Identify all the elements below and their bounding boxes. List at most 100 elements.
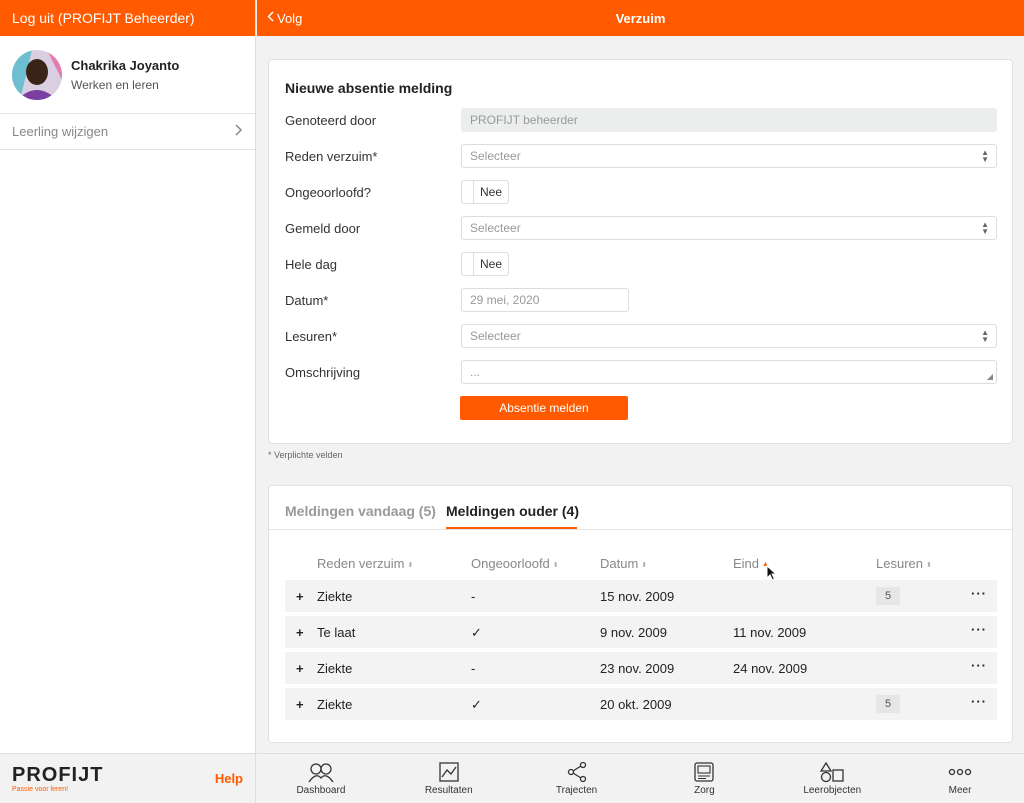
chevron-right-icon bbox=[235, 124, 243, 139]
page-title: Verzuim bbox=[615, 10, 666, 26]
nav-more[interactable]: Meer bbox=[896, 754, 1024, 803]
row-whole-day: Hele dag Nee bbox=[285, 252, 997, 276]
cell-unauthorized: - bbox=[471, 661, 476, 676]
label-lessons: Lesuren* bbox=[285, 328, 338, 344]
back-button[interactable]: Volg bbox=[267, 0, 302, 36]
submit-absence-button[interactable]: Absentie melden bbox=[460, 396, 628, 420]
noted-by-field: PROFIJT beheerder bbox=[461, 108, 997, 132]
user-subtitle: Werken en leren bbox=[71, 77, 159, 92]
shapes-icon bbox=[820, 761, 844, 783]
back-label: Volg bbox=[277, 10, 303, 26]
checkmark-icon: ✓ bbox=[471, 625, 482, 640]
table-row[interactable]: + Ziekte ✓ 20 okt. 2009 5 ··· bbox=[285, 688, 997, 720]
col-unauthorized[interactable]: Ongeoorloofd ⬍ bbox=[471, 556, 559, 571]
help-link[interactable]: Help bbox=[215, 771, 243, 786]
chart-icon bbox=[439, 762, 459, 782]
description-textarea[interactable]: ... ◢ bbox=[461, 360, 997, 384]
nav-results[interactable]: Resultaten bbox=[385, 754, 513, 803]
care-icon bbox=[694, 762, 715, 782]
sort-icon: ⬍ bbox=[407, 561, 414, 569]
top-bar: Volg Verzuim bbox=[257, 0, 1024, 36]
row-unauthorized: Ongeoorloofd? Nee bbox=[285, 180, 997, 204]
profijt-logo: PROFIJT Passie voor leren! bbox=[12, 763, 104, 793]
expand-icon[interactable]: + bbox=[296, 625, 304, 640]
main-panel: Volg Verzuim Nieuwe absentie melding Gen… bbox=[257, 0, 1024, 803]
more-options-icon[interactable]: ··· bbox=[971, 622, 987, 637]
lessons-select[interactable]: Selecteer ▲ ▼ bbox=[461, 324, 997, 348]
user-profile: Chakrika Joyanto Werken en leren bbox=[0, 36, 255, 114]
cell-date: 15 nov. 2009 bbox=[600, 589, 675, 604]
hours-badge: 5 bbox=[876, 587, 900, 605]
label-date: Datum* bbox=[285, 292, 329, 308]
select-arrows-icon: ▲ ▼ bbox=[981, 148, 989, 164]
nav-care[interactable]: Zorg bbox=[640, 754, 768, 803]
sort-icon: ⬍ bbox=[641, 561, 648, 569]
nav-learning-objects[interactable]: Leerobjecten bbox=[768, 754, 896, 803]
row-description: Omschrijving ... ◢ bbox=[285, 360, 997, 384]
col-hours[interactable]: Lesuren ⬍ bbox=[876, 556, 932, 571]
chevron-left-icon bbox=[267, 11, 274, 25]
share-icon bbox=[567, 761, 586, 783]
col-end[interactable]: Eind ▲ bbox=[733, 556, 769, 571]
expand-icon[interactable]: + bbox=[296, 661, 304, 676]
row-lessons: Lesuren* Selecteer ▲ ▼ bbox=[285, 324, 997, 348]
change-student-button[interactable]: Leerling wijzigen bbox=[0, 114, 255, 150]
tab-older[interactable]: Meldingen ouder (4) bbox=[446, 503, 579, 519]
table-row[interactable]: + Ziekte - 15 nov. 2009 5 ··· bbox=[285, 580, 997, 612]
cell-reason: Ziekte bbox=[317, 661, 353, 676]
col-date[interactable]: Datum ⬍ bbox=[600, 556, 647, 571]
more-options-icon[interactable]: ··· bbox=[971, 694, 987, 709]
nav-trajectories[interactable]: Trajecten bbox=[513, 754, 641, 803]
toggle-knob bbox=[462, 253, 474, 275]
expand-icon[interactable]: + bbox=[296, 589, 304, 604]
sort-icon: ⬍ bbox=[552, 561, 559, 569]
label-reported-by: Gemeld door bbox=[285, 220, 361, 236]
select-arrows-icon: ▲ ▼ bbox=[981, 328, 989, 344]
row-reason: Reden verzuim* Selecteer ▲ ▼ bbox=[285, 144, 997, 168]
avatar bbox=[12, 49, 62, 100]
checkmark-icon: ✓ bbox=[471, 697, 482, 712]
cell-end: 24 nov. 2009 bbox=[733, 661, 808, 676]
row-reported-by: Gemeld door Selecteer ▲ ▼ bbox=[285, 216, 997, 240]
label-reason: Reden verzuim* bbox=[285, 148, 378, 164]
dashboard-icon bbox=[308, 763, 334, 783]
nav-dashboard[interactable]: Dashboard bbox=[257, 754, 385, 803]
cell-reason: Ziekte bbox=[317, 589, 353, 604]
cell-date: 23 nov. 2009 bbox=[600, 661, 675, 676]
label-unauthorized: Ongeoorloofd? bbox=[285, 184, 372, 200]
bottom-navigation: Dashboard Resultaten Trajecten Zorg Leer… bbox=[257, 753, 1024, 803]
toggle-knob bbox=[462, 181, 474, 203]
required-note: * Verplichte velden bbox=[268, 450, 343, 460]
more-options-icon[interactable]: ··· bbox=[971, 586, 987, 601]
label-noted-by: Genoteerd door bbox=[285, 112, 377, 128]
active-tab-indicator bbox=[446, 527, 577, 529]
select-arrows-icon: ▲ ▼ bbox=[981, 220, 989, 236]
tab-bar: Meldingen vandaag (5) Meldingen ouder (4… bbox=[269, 486, 1012, 530]
user-name: Chakrika Joyanto bbox=[71, 57, 180, 73]
cell-unauthorized: - bbox=[471, 589, 476, 604]
more-options-icon[interactable]: ··· bbox=[971, 658, 987, 673]
resize-handle-icon[interactable]: ◢ bbox=[987, 372, 993, 381]
whole-day-toggle[interactable]: Nee bbox=[461, 252, 509, 276]
label-whole-day: Hele dag bbox=[285, 256, 338, 272]
table-row[interactable]: + Ziekte - 23 nov. 2009 24 nov. 2009 ··· bbox=[285, 652, 997, 684]
reason-select[interactable]: Selecteer ▲ ▼ bbox=[461, 144, 997, 168]
form-title: Nieuwe absentie melding bbox=[285, 80, 453, 96]
absence-list: Meldingen vandaag (5) Meldingen ouder (4… bbox=[268, 485, 1013, 743]
table-header: Reden verzuim ⬍ Ongeoorloofd ⬍ Datum ⬍ Eind… bbox=[285, 556, 997, 574]
label-description: Omschrijving bbox=[285, 364, 361, 380]
logout-button[interactable]: Log uit (PROFIJT Beheerder) bbox=[0, 0, 255, 36]
tab-today[interactable]: Meldingen vandaag (5) bbox=[285, 503, 436, 519]
cell-end: 11 nov. 2009 bbox=[733, 625, 807, 640]
expand-icon[interactable]: + bbox=[296, 697, 304, 712]
date-input[interactable]: 29 mei, 2020 bbox=[461, 288, 629, 312]
reported-by-select[interactable]: Selecteer ▲ ▼ bbox=[461, 216, 997, 240]
sidebar: Log uit (PROFIJT Beheerder) Chakrika Joy… bbox=[0, 0, 256, 803]
sidebar-footer: PROFIJT Passie voor leren! Help bbox=[0, 753, 255, 803]
logout-label: Log uit (PROFIJT Beheerder) bbox=[12, 10, 195, 26]
col-reason[interactable]: Reden verzuim ⬍ bbox=[317, 556, 413, 571]
more-icon bbox=[948, 768, 972, 776]
table-row[interactable]: + Te laat ✓ 9 nov. 2009 11 nov. 2009 ··· bbox=[285, 616, 997, 648]
absence-form: Nieuwe absentie melding Genoteerd door P… bbox=[268, 59, 1013, 444]
unauthorized-toggle[interactable]: Nee bbox=[461, 180, 509, 204]
